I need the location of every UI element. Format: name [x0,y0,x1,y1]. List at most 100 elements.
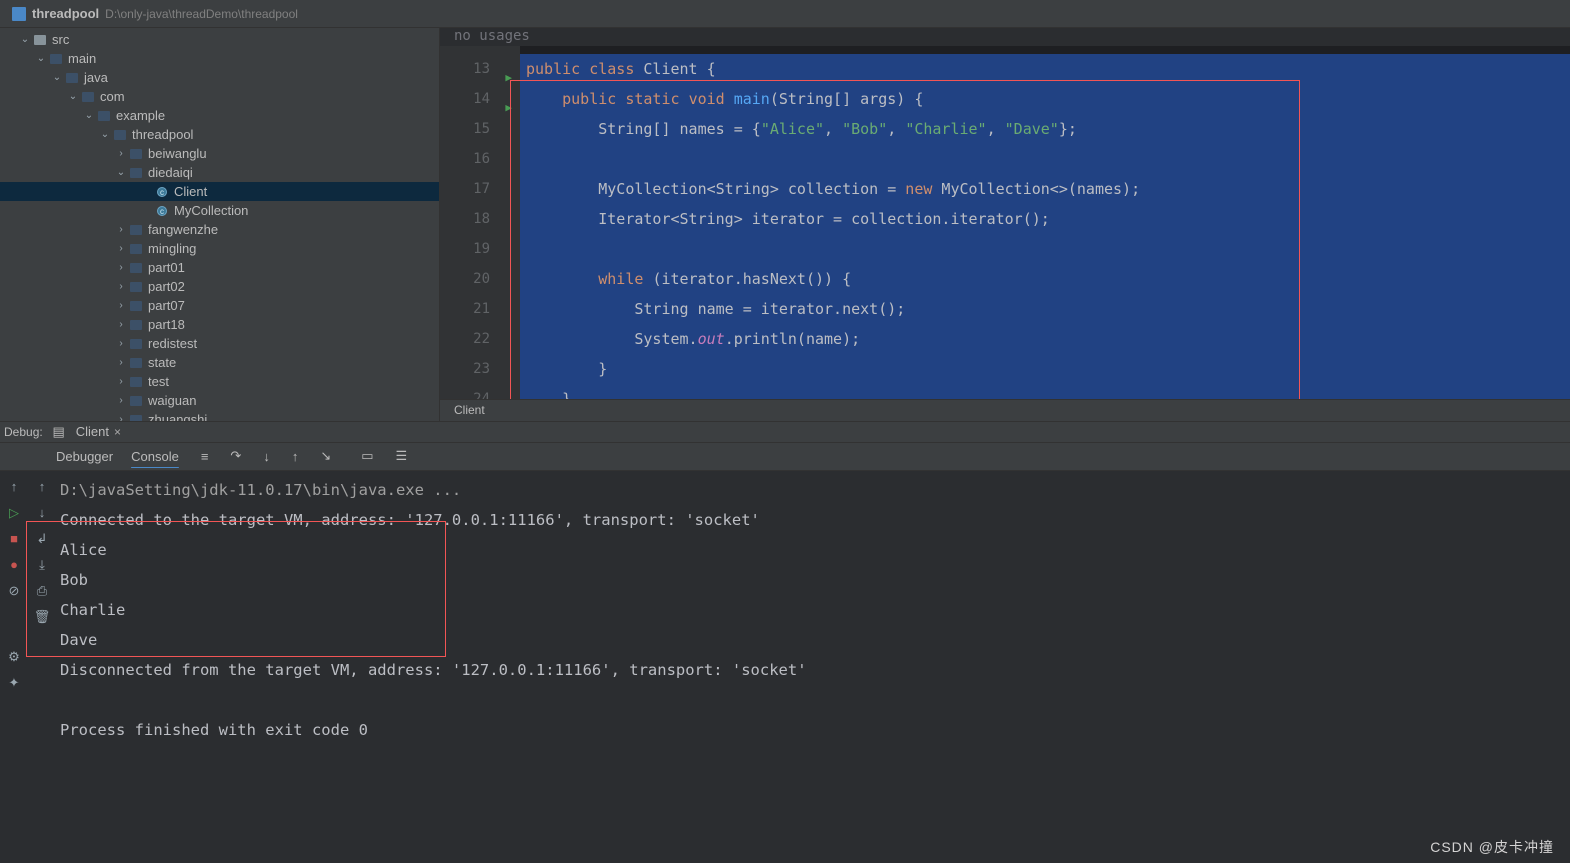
settings-icon[interactable]: ☰ [396,448,408,464]
folder-icon [128,394,144,408]
debug-toolwindow-header[interactable]: Debug: ▤ Client × [0,421,1570,443]
console-output[interactable]: D:\javaSetting\jdk-11.0.17\bin\java.exe … [56,471,1570,863]
close-icon[interactable]: × [114,425,121,439]
folder-icon [128,147,144,161]
line-number[interactable]: 14 [440,84,490,114]
code-line[interactable]: MyCollection<String> collection = new My… [520,174,1570,204]
tree-item-client[interactable]: cClient [0,182,439,201]
step-out-icon[interactable]: ↑ [292,449,299,464]
console-line: Dave [60,625,1570,655]
pin-icon[interactable]: ✦ [6,675,22,691]
step-into-icon[interactable]: ↓ [263,449,270,464]
console-gutter: ↑ ▷ ■ ● ⊘ ⚙ ✦ ↑ ↓ ↲ ⤓ ⎙ 🗑 [0,471,56,863]
tree-item-example[interactable]: ⌄example [0,106,439,125]
tree-label: beiwanglu [148,146,207,161]
line-number[interactable]: 18 [440,204,490,234]
code-line[interactable]: Iterator<String> iterator = collection.i… [520,204,1570,234]
tree-item-part02[interactable]: ›part02 [0,277,439,296]
code-line[interactable] [520,234,1570,264]
code-line[interactable]: public class Client { [520,54,1570,84]
tree-item-beiwanglu[interactable]: ›beiwanglu [0,144,439,163]
tree-item-threadpool[interactable]: ⌄threadpool [0,125,439,144]
tree-label: diedaiqi [148,165,193,180]
tree-item-waiguan[interactable]: ›waiguan [0,391,439,410]
project-icon [12,7,26,21]
folder-icon [128,242,144,256]
run-to-cursor-icon[interactable]: ↘ [320,448,331,464]
layout-icon[interactable]: ▭ [361,448,373,464]
console-line: Charlie [60,595,1570,625]
gear-icon[interactable]: ⚙ [6,649,22,665]
line-number[interactable]: 20 [440,264,490,294]
folder-icon [32,33,48,47]
code-line[interactable]: String[] names = {"Alice", "Bob", "Charl… [520,114,1570,144]
line-number[interactable]: 13 [440,54,490,84]
run-gutter-icon[interactable]: ▶ [505,63,512,93]
tree-item-fangwenzhe[interactable]: ›fangwenzhe [0,220,439,239]
tree-item-java[interactable]: ⌄java [0,68,439,87]
up-icon[interactable]: ↑ [34,479,50,495]
editor-gutter[interactable]: 13▶14▶1516171819202122232425 [440,46,520,399]
debug-tab-label: Client [76,424,109,439]
tree-item-test[interactable]: ›test [0,372,439,391]
print-icon[interactable]: ⎙ [34,583,50,599]
run-gutter-icon[interactable]: ▶ [505,93,512,123]
debug-sub-toolbar: Debugger Console ≡ ↷ ↓ ↑ ↘ ▭ ☰ [0,443,1570,471]
code-line[interactable]: } [520,354,1570,384]
tree-item-state[interactable]: ›state [0,353,439,372]
tree-label: waiguan [148,393,196,408]
code-line[interactable]: } [520,384,1570,399]
project-name: threadpool [32,6,99,21]
folder-icon [80,90,96,104]
debug-title: Debug: [0,425,43,439]
line-number[interactable]: 23 [440,354,490,384]
tree-item-com[interactable]: ⌄com [0,87,439,106]
rerun-icon[interactable]: ↑ [6,479,22,495]
tree-label: test [148,374,169,389]
line-number[interactable]: 17 [440,174,490,204]
code-line[interactable]: public static void main(String[] args) { [520,84,1570,114]
toolbar-icon[interactable]: ≡ [201,449,209,464]
code-line[interactable]: System.out.println(name); [520,324,1570,354]
line-number[interactable]: 15 [440,114,490,144]
tree-item-main[interactable]: ⌄main [0,49,439,68]
soft-wrap-icon[interactable]: ↲ [34,531,50,547]
tree-item-zhuangshi[interactable]: ›zhuangshi [0,410,439,421]
folder-icon [128,280,144,294]
mute-breakpoints-icon[interactable]: ⊘ [6,583,22,599]
down-icon[interactable]: ↓ [34,505,50,521]
debug-run-tab[interactable]: ▤ Client × [43,422,129,442]
tree-item-part01[interactable]: ›part01 [0,258,439,277]
line-number[interactable]: 22 [440,324,490,354]
editor-code[interactable]: public class Client { public static void… [520,46,1570,399]
resume-icon[interactable]: ▷ [6,505,22,521]
scroll-to-end-icon[interactable]: ⤓ [34,557,50,573]
line-number[interactable]: 21 [440,294,490,324]
tree-item-mycollection[interactable]: cMyCollection [0,201,439,220]
stop-icon[interactable]: ■ [6,531,22,547]
code-line[interactable] [520,144,1570,174]
project-tree[interactable]: ⌄src⌄main⌄java⌄com⌄example⌄threadpool›be… [0,28,440,421]
console-line: Alice [60,535,1570,565]
clear-icon[interactable]: 🗑 [34,609,50,625]
tree-item-src[interactable]: ⌄src [0,30,439,49]
step-over-icon[interactable]: ↷ [230,448,241,464]
code-line[interactable]: while (iterator.hasNext()) { [520,264,1570,294]
line-number[interactable]: 19 [440,234,490,264]
tree-label: src [52,32,69,47]
view-breakpoints-icon[interactable]: ● [6,557,22,573]
tab-console[interactable]: Console [131,449,179,464]
folder-icon [128,299,144,313]
tree-item-part07[interactable]: ›part07 [0,296,439,315]
editor-breadcrumb[interactable]: Client [440,399,1570,421]
tree-label: java [84,70,108,85]
tree-item-part18[interactable]: ›part18 [0,315,439,334]
tree-item-diedaiqi[interactable]: ⌄diedaiqi [0,163,439,182]
line-number[interactable]: 16 [440,144,490,174]
tab-debugger[interactable]: Debugger [56,449,113,464]
tree-label: part01 [148,260,185,275]
line-number[interactable]: 24 [440,384,490,399]
tree-item-mingling[interactable]: ›mingling [0,239,439,258]
code-line[interactable]: String name = iterator.next(); [520,294,1570,324]
tree-item-redistest[interactable]: ›redistest [0,334,439,353]
